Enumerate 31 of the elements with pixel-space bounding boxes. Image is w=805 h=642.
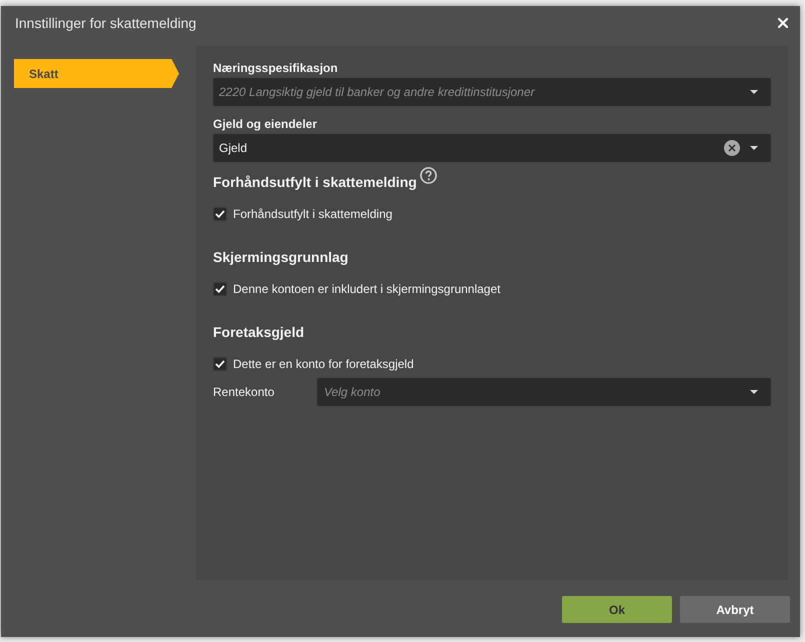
section-heading: Forhåndsutfylt i skattemelding (213, 173, 417, 192)
tick-icon (215, 210, 225, 218)
select-field[interactable]: Gjeld (213, 134, 771, 162)
caret-icon (750, 90, 758, 94)
tick-icon (215, 285, 225, 293)
caret-icon (750, 146, 758, 150)
help-icon[interactable] (420, 167, 437, 184)
field-label: Gjeld og eiendeler (213, 116, 318, 132)
close-icon (778, 18, 788, 28)
select-value: 2220 Langsiktig gjeld til banker og andre kredittinstitusjoner (219, 85, 535, 99)
field-label: Rentekonto (213, 385, 274, 399)
field-label: Næringsspesifikasjon (213, 60, 338, 76)
checkbox-label[interactable]: Dette er en konto for foretaksgjeld (233, 357, 414, 371)
sidebar-tab[interactable]: Skatt (14, 59, 179, 88)
select-placeholder: Velg konto (324, 385, 380, 399)
window-title: Innstillinger for skattemelding (15, 15, 196, 31)
section-heading: Skjermingsgrunnlag (213, 248, 348, 267)
section-heading: Foretaksgjeld (213, 323, 304, 342)
select-field[interactable]: Velg konto (317, 378, 771, 406)
close-button[interactable] (776, 16, 790, 30)
clear-icon[interactable] (724, 140, 740, 156)
ok-button[interactable]: Ok (562, 596, 672, 623)
select-value: Gjeld (219, 141, 248, 155)
checkbox[interactable] (213, 282, 227, 296)
caret-icon (750, 390, 758, 394)
checkbox[interactable] (213, 207, 227, 221)
checkbox-label[interactable]: Forhåndsutfylt i skattemelding (233, 207, 392, 221)
checkbox-label[interactable]: Denne kontoen er inkludert i skjermingsgrunnlaget (233, 282, 500, 296)
tick-icon (215, 360, 225, 368)
checkbox[interactable] (213, 357, 227, 371)
cancel-button[interactable]: Avbryt (680, 596, 790, 623)
